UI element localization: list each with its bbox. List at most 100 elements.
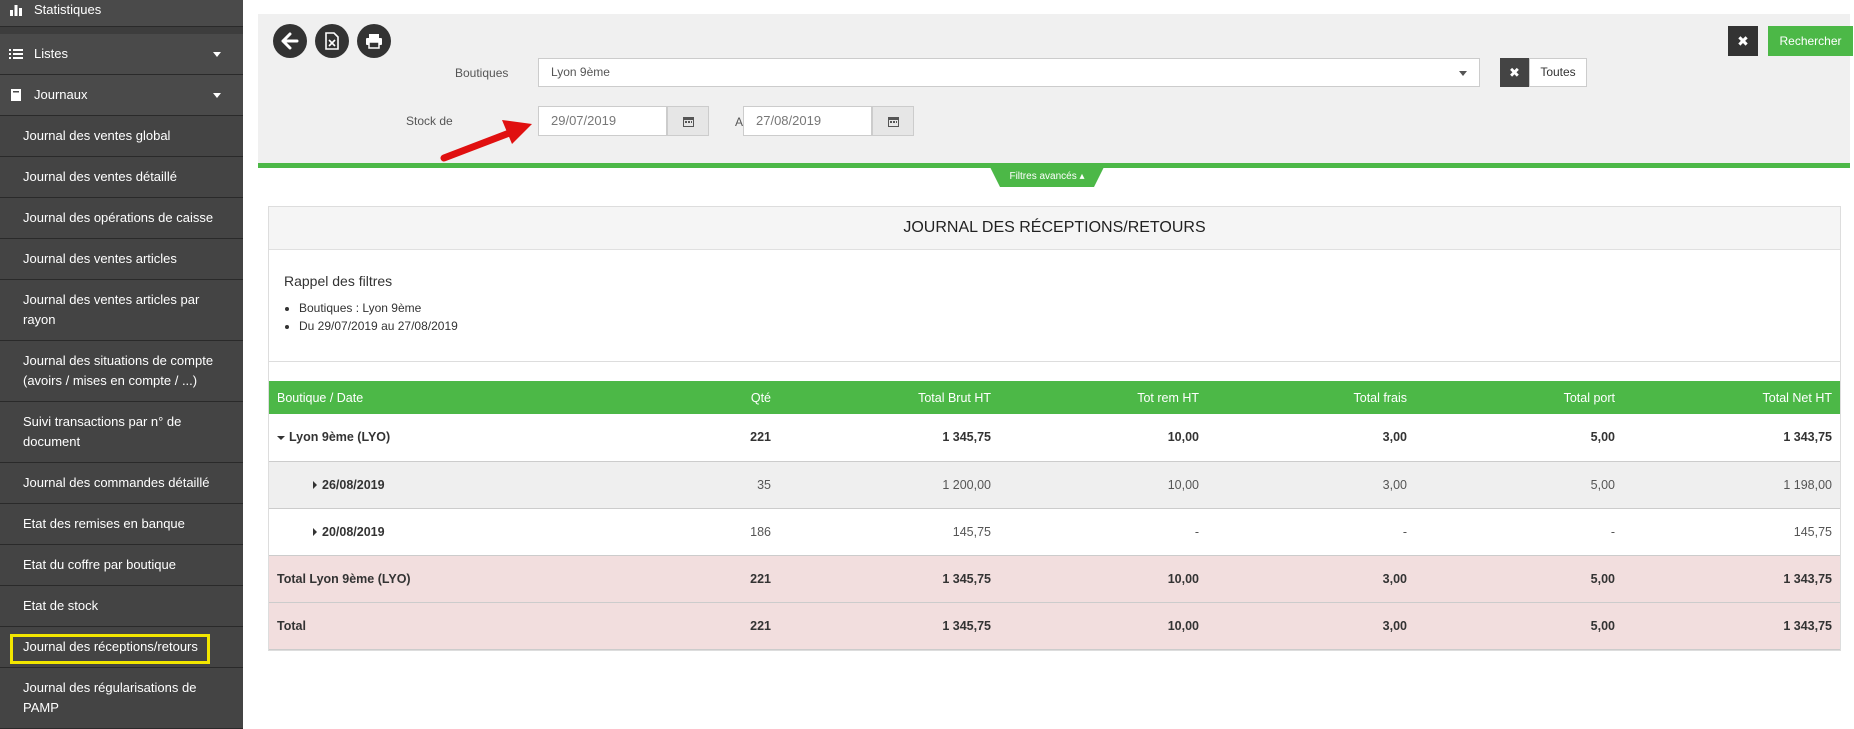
close-icon: ✖ — [1737, 32, 1749, 49]
cell-qte: 221 — [649, 602, 779, 650]
table-row[interactable]: 20/08/2019 186 145,75 - - - 145,75 — [269, 508, 1840, 556]
cell-port: 5,00 — [1415, 461, 1623, 509]
cell-frais: 3,00 — [1207, 602, 1415, 650]
list-icon — [9, 49, 23, 59]
sidebar-item-etat-remises-banque[interactable]: Etat des remises en banque — [0, 504, 243, 545]
sidebar-item-label: Journal des ventes détaillé — [23, 169, 177, 184]
cell-net: 1 198,00 — [1623, 461, 1840, 509]
cell-brut: 145,75 — [779, 508, 999, 556]
row-label-text: 26/08/2019 — [322, 477, 385, 492]
cell-brut: 1 345,75 — [779, 602, 999, 650]
row-label: Total Lyon 9ème (LYO) — [269, 555, 649, 603]
sidebar-item-etat-coffre-boutique[interactable]: Etat du coffre par boutique — [0, 545, 243, 586]
cell-brut: 1 345,75 — [779, 414, 999, 462]
table-row-subtotal: Total Lyon 9ème (LYO) 221 1 345,75 10,00… — [269, 555, 1840, 603]
report-panel: JOURNAL DES RÉCEPTIONS/RETOURS Rappel de… — [268, 206, 1841, 651]
sidebar-item-label: Journal des ventes global — [23, 128, 171, 143]
sidebar-item-journal-ventes-global[interactable]: Journal des ventes global — [0, 116, 243, 157]
sidebar-item-journal-situations-compte[interactable]: Journal des situations de compte (avoirs… — [0, 341, 243, 402]
highlight-box — [10, 634, 210, 664]
advanced-filters-label[interactable]: Filtres avancés ▴ — [990, 168, 1104, 186]
arrow-left-icon — [281, 32, 299, 50]
excel-file-icon — [325, 32, 339, 50]
boutiques-select[interactable]: Lyon 9ème — [538, 58, 1480, 87]
sidebar-item-journal-commandes-detaille[interactable]: Journal des commandes détaillé — [0, 463, 243, 504]
col-total-port: Total port — [1415, 381, 1623, 414]
table-header: Boutique / Date Qté Total Brut HT Tot re… — [269, 381, 1840, 414]
calendar-icon — [682, 116, 694, 127]
sidebar-item-label: Statistiques — [34, 1, 102, 17]
sidebar-item-suivi-transactions[interactable]: Suivi transactions par n° de document — [0, 402, 243, 463]
sidebar-item-label: Etat des remises en banque — [23, 516, 185, 531]
sidebar-item-journaux[interactable]: Journaux — [0, 75, 243, 116]
sidebar-item-statistiques[interactable]: Statistiques — [0, 0, 243, 27]
cell-port: 5,00 — [1415, 555, 1623, 603]
row-label[interactable]: 26/08/2019 — [269, 461, 649, 509]
date-from-input[interactable]: 29/07/2019 — [538, 106, 667, 136]
cell-rem: 10,00 — [999, 555, 1207, 603]
calendar-icon — [887, 116, 899, 127]
sidebar-item-etat-stock[interactable]: Etat de stock — [0, 586, 243, 627]
row-label[interactable]: Lyon 9ème (LYO) — [269, 414, 649, 462]
col-total-frais: Total frais — [1207, 381, 1415, 414]
sidebar-item-label: Journal des situations de compte (avoirs… — [23, 353, 214, 388]
book-icon — [11, 89, 21, 101]
col-total-brut-ht: Total Brut HT — [779, 381, 999, 414]
toutes-button[interactable]: Toutes — [1529, 58, 1587, 87]
clear-boutiques-button[interactable]: ✖ — [1500, 58, 1529, 87]
row-label: Total — [269, 602, 649, 650]
sidebar-item-journal-ventes-detaille[interactable]: Journal des ventes détaillé — [0, 157, 243, 198]
cell-net: 1 343,75 — [1623, 414, 1840, 462]
sidebar-item-journal-ventes-articles-rayon[interactable]: Journal des ventes articles par rayon — [0, 280, 243, 341]
close-icon: ✖ — [1509, 64, 1520, 80]
table-row-total: Total 221 1 345,75 10,00 3,00 5,00 1 343… — [269, 602, 1840, 650]
filter-panel: Boutiques Lyon 9ème ✖ Toutes Stock de 29… — [258, 14, 1853, 168]
row-label-text: 20/08/2019 — [322, 524, 385, 539]
sidebar-item-journal-ventes-articles[interactable]: Journal des ventes articles — [0, 239, 243, 280]
export-excel-button[interactable] — [315, 24, 349, 58]
reset-filters-button[interactable]: ✖ — [1728, 26, 1758, 56]
cell-port: 5,00 — [1415, 602, 1623, 650]
caret-right-icon — [313, 481, 317, 490]
chevron-down-icon — [213, 52, 221, 57]
date-to-input[interactable]: 27/08/2019 — [743, 106, 872, 136]
cell-port: - — [1415, 508, 1623, 556]
cell-brut: 1 345,75 — [779, 555, 999, 603]
table-row[interactable]: 26/08/2019 35 1 200,00 10,00 3,00 5,00 1… — [269, 461, 1840, 509]
cell-port: 5,00 — [1415, 414, 1623, 462]
cell-frais: 3,00 — [1207, 414, 1415, 462]
col-boutique-date: Boutique / Date — [269, 381, 649, 414]
red-arrow-annotation — [440, 120, 532, 162]
sidebar-item-label: Journal des ventes articles par rayon — [23, 292, 200, 327]
print-button[interactable] — [357, 24, 391, 58]
sidebar-item-journal-regularisations-pamp[interactable]: Journal des régularisations de PAMP — [0, 668, 243, 729]
boutiques-label: Boutiques — [455, 66, 509, 80]
back-button[interactable] — [273, 24, 307, 58]
cell-brut: 1 200,00 — [779, 461, 999, 509]
date-to-calendar-button[interactable] — [872, 106, 914, 136]
rappel-title: Rappel des filtres — [284, 273, 393, 289]
cell-qte: 221 — [649, 414, 779, 462]
rappel-list: Boutiques : Lyon 9ème Du 29/07/2019 au 2… — [299, 299, 458, 335]
sidebar-item-journal-operations-caisse[interactable]: Journal des opérations de caisse — [0, 198, 243, 239]
cell-rem: 10,00 — [999, 602, 1207, 650]
rappel-item: Du 29/07/2019 au 27/08/2019 — [299, 317, 458, 335]
sidebar-item-listes[interactable]: Listes — [0, 34, 243, 75]
table-row-group[interactable]: Lyon 9ème (LYO) 221 1 345,75 10,00 3,00 … — [269, 414, 1840, 462]
search-button[interactable]: Rechercher — [1768, 26, 1853, 56]
date-from-calendar-button[interactable] — [667, 106, 709, 136]
boutiques-selected-value: Lyon 9ème — [551, 65, 610, 79]
cell-rem: - — [999, 508, 1207, 556]
sidebar-item-label: Etat du coffre par boutique — [23, 557, 176, 572]
sidebar-item-label: Suivi transactions par n° de document — [23, 414, 182, 449]
sidebar-item-label: Journal des opérations de caisse — [23, 210, 214, 225]
cell-frais: 3,00 — [1207, 555, 1415, 603]
cell-qte: 35 — [649, 461, 779, 509]
cell-frais: 3,00 — [1207, 461, 1415, 509]
sidebar-item-label: Journal des régularisations de PAMP — [23, 680, 197, 715]
col-total-net-ht: Total Net HT — [1623, 381, 1840, 414]
row-label[interactable]: 20/08/2019 — [269, 508, 649, 556]
sidebar-item-label: Journal des commandes détaillé — [23, 475, 210, 490]
sidebar: Statistiques Listes Journaux Journal des… — [0, 0, 243, 729]
cell-frais: - — [1207, 508, 1415, 556]
